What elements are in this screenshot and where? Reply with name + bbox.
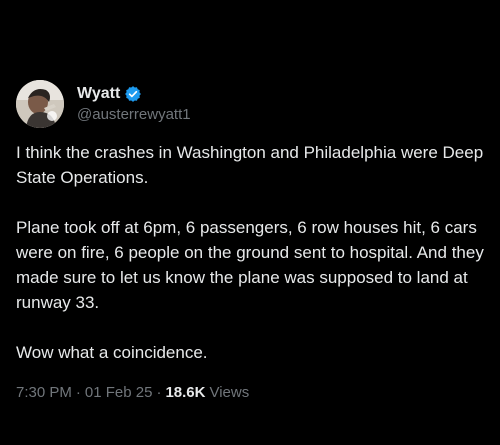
avatar[interactable] [16,80,64,128]
avatar-image [16,80,64,128]
tweet-text: I think the crashes in Washington and Ph… [16,140,486,365]
tweet-paragraph: I think the crashes in Washington and Ph… [16,143,484,187]
tweet-meta: 7:30 PM · 01 Feb 25 · 18.6K Views [16,381,486,403]
verified-badge-icon[interactable] [124,85,142,103]
views-count[interactable]: 18.6K [165,384,205,401]
separator: · [75,383,81,401]
author-handle[interactable]: @austerrewyatt1 [77,105,191,125]
views-label: Views [209,383,250,401]
display-name[interactable]: Wyatt [77,85,120,103]
name-row: Wyatt [77,83,191,105]
tweet-time[interactable]: 7:30 PM [16,384,72,401]
tweet-paragraph: Plane took off at 6pm, 6 passengers, 6 r… [16,218,484,312]
separator: · [156,383,162,401]
tweet-date[interactable]: 01 Feb 25 [85,384,153,401]
tweet-header: Wyatt @austerrewyatt1 [16,78,486,130]
tweet: Wyatt @austerrewyatt1 I think the crashe… [16,78,486,403]
tweet-paragraph: Wow what a coincidence. [16,343,208,362]
author-names: Wyatt @austerrewyatt1 [77,83,191,125]
